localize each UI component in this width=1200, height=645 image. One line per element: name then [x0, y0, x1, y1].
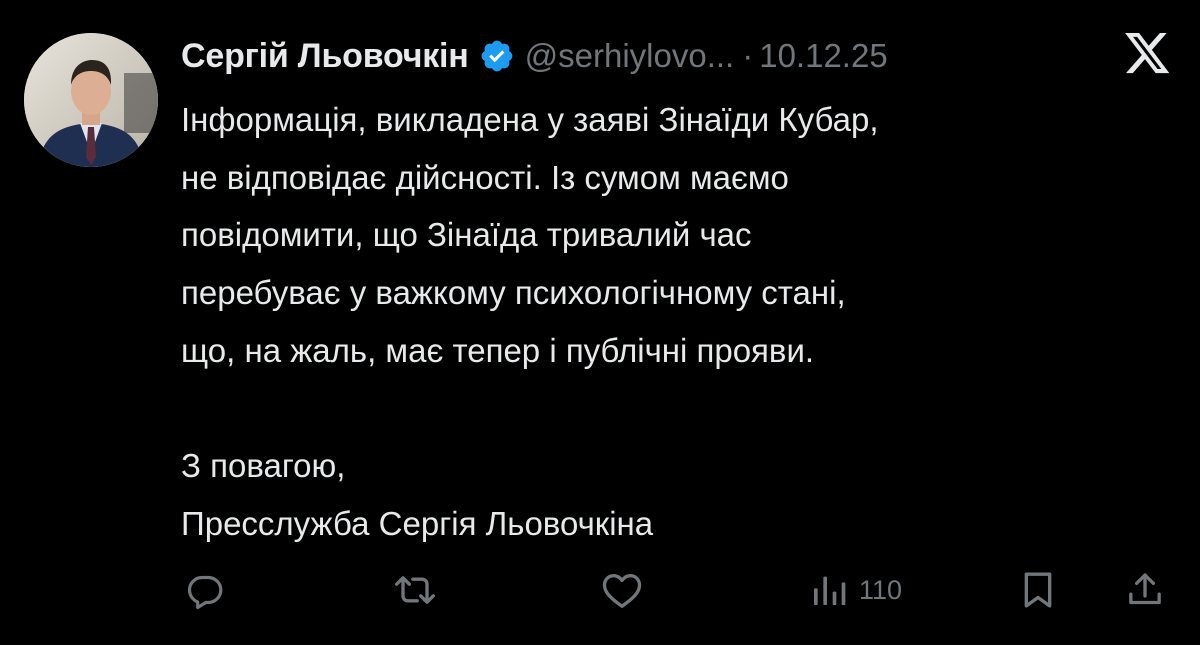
header-separator: ·: [742, 37, 754, 74]
closing-greeting: З повагою,: [181, 447, 346, 485]
action-bar: 110: [0, 565, 1200, 615]
avatar[interactable]: [24, 33, 158, 167]
views-count: 110: [859, 574, 903, 605]
avatar-photo-icon: [24, 33, 158, 167]
bookmark-button[interactable]: [1018, 565, 1058, 615]
closing-signature: Пресслужба Сергія Льовочкіна: [181, 504, 654, 542]
x-logo-icon: [1125, 33, 1171, 75]
retweet-button[interactable]: [393, 565, 437, 615]
tweet-date[interactable]: 10.12.25: [759, 37, 887, 75]
tweet-card: Сергій Льовочкін @serhiylovo... · 10.12.…: [0, 0, 1200, 645]
reply-button[interactable]: [185, 565, 225, 615]
tweet-text-line: повідомити, що Зінаїда тривалий час: [181, 216, 752, 254]
author-handle[interactable]: @serhiylovo...: [525, 37, 735, 75]
bookmark-icon: [1024, 572, 1052, 608]
author-display-name[interactable]: Сергій Льовочкін: [181, 37, 469, 76]
tweet-text: Інформація, викладена у заяві Зінаїди Ку…: [181, 91, 1171, 553]
like-button[interactable]: [601, 565, 643, 615]
share-icon: [1129, 573, 1161, 605]
share-button[interactable]: [1125, 565, 1165, 615]
views-chart-icon: [814, 576, 846, 605]
tweet-text-line: що, на жаль, має тепер і публічні прояви…: [181, 331, 815, 369]
heart-icon: [602, 573, 642, 608]
tweet-text-line: перебуває у важкому психологічному стані…: [181, 274, 846, 312]
tweet-text-line: Інформація, викладена у заяві Зінаїди Ку…: [181, 101, 879, 138]
tweet-text-line: не відповідає дійсності. Із сумом маємо: [181, 158, 789, 196]
tweet-header: Сергій Льовочкін @serhiylovo... · 10.12.…: [181, 30, 888, 82]
verified-badge-icon[interactable]: [479, 38, 515, 74]
views-button[interactable]: 110: [809, 565, 902, 615]
retweet-icon: [394, 576, 435, 604]
reply-icon: [187, 575, 223, 610]
